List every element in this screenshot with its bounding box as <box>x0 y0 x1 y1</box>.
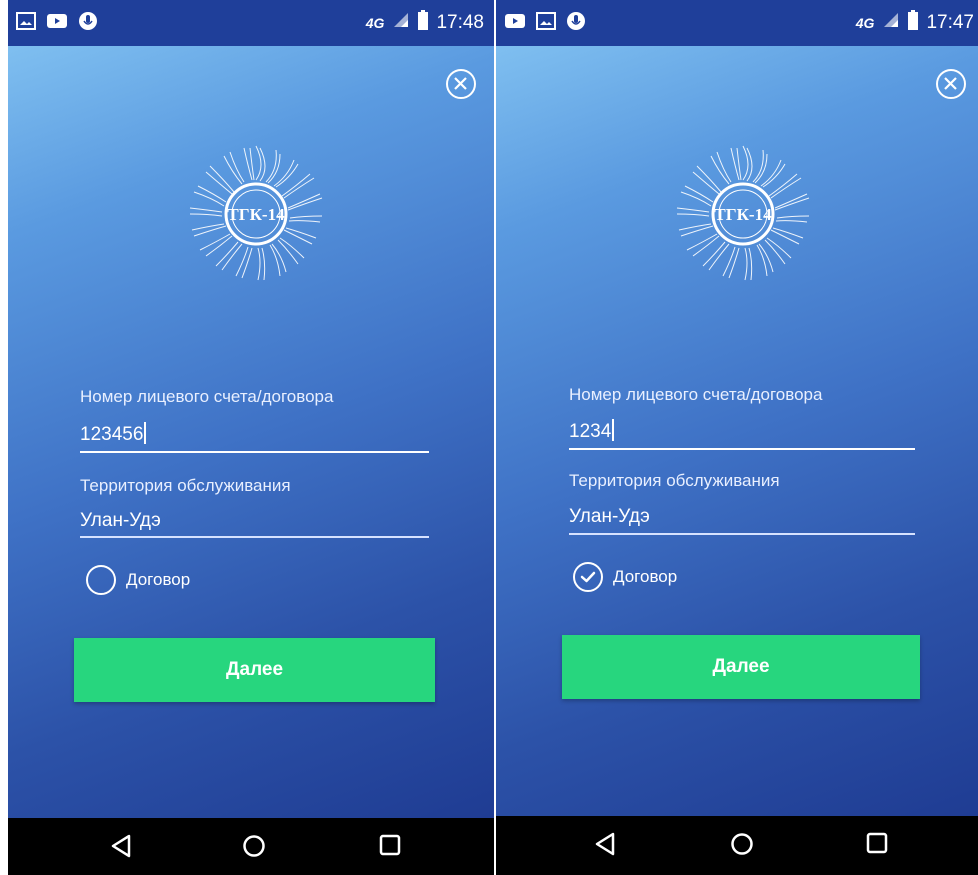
navigation-bar <box>8 818 494 875</box>
account-input-value: 1234 <box>569 421 612 442</box>
status-bar: 4G 17:48 <box>8 0 494 46</box>
recents-icon[interactable] <box>866 832 888 859</box>
logo-text: ТГК-14 <box>714 205 772 224</box>
home-icon[interactable] <box>242 834 266 863</box>
contract-label: Договор <box>126 570 191 589</box>
phone-screen-right: 4G 17:47 ТГК-14 Номер лицевого счета/дог… <box>496 0 978 875</box>
home-icon[interactable] <box>730 832 754 861</box>
company-logo: ТГК-14 <box>181 144 331 284</box>
back-icon[interactable] <box>594 832 616 861</box>
territory-select[interactable]: Улан-Удэ <box>80 510 161 532</box>
microphone-icon <box>566 11 586 36</box>
contract-radio[interactable]: Договор <box>86 565 190 595</box>
phone-screen-left: 4G 17:48 ТГК-14 Номер лицевого счета/дог… <box>8 0 494 875</box>
account-input-underline <box>569 448 915 450</box>
gallery-icon <box>16 12 36 35</box>
login-screen: ТГК-14 Номер лицевого счета/договора 123… <box>8 46 494 818</box>
territory-select[interactable]: Улан-Удэ <box>569 506 650 528</box>
status-time: 17:47 <box>926 11 974 33</box>
lte-icon: 4G <box>365 14 385 31</box>
account-input[interactable]: 123456 <box>80 422 146 446</box>
territory-underline <box>80 536 429 538</box>
text-cursor <box>144 422 146 444</box>
signal-icon <box>882 11 900 34</box>
territory-label: Территория обслуживания <box>569 471 780 490</box>
account-input-underline <box>80 451 429 453</box>
radio-checked-icon <box>573 562 603 592</box>
close-circle-icon[interactable] <box>446 69 476 99</box>
contract-label: Договор <box>613 567 678 586</box>
lte-icon: 4G <box>855 14 875 31</box>
next-button[interactable]: Далее <box>74 638 435 702</box>
account-label: Номер лицевого счета/договора <box>80 387 334 406</box>
microphone-icon <box>78 11 98 36</box>
back-icon[interactable] <box>110 834 132 863</box>
account-input-value: 123456 <box>80 424 144 445</box>
youtube-icon <box>46 12 68 35</box>
status-bar: 4G 17:47 <box>496 0 978 46</box>
territory-underline <box>569 533 915 535</box>
close-circle-icon[interactable] <box>936 69 966 99</box>
login-screen: ТГК-14 Номер лицевого счета/договора 123… <box>496 46 978 816</box>
next-button[interactable]: Далее <box>562 635 920 699</box>
gallery-icon <box>536 12 556 35</box>
status-time: 17:48 <box>436 11 484 33</box>
battery-icon <box>418 10 429 35</box>
account-label: Номер лицевого счета/договора <box>569 385 823 404</box>
youtube-icon <box>504 12 526 35</box>
recents-icon[interactable] <box>379 834 401 861</box>
logo-text: ТГК-14 <box>227 205 285 224</box>
navigation-bar <box>496 816 978 875</box>
radio-unchecked-icon <box>86 565 116 595</box>
territory-label: Территория обслуживания <box>80 476 291 495</box>
signal-icon <box>392 11 410 34</box>
contract-radio[interactable]: Договор <box>573 562 677 592</box>
text-cursor <box>612 419 614 441</box>
battery-icon <box>908 10 919 35</box>
account-input[interactable]: 1234 <box>569 419 614 443</box>
company-logo: ТГК-14 <box>668 144 818 284</box>
